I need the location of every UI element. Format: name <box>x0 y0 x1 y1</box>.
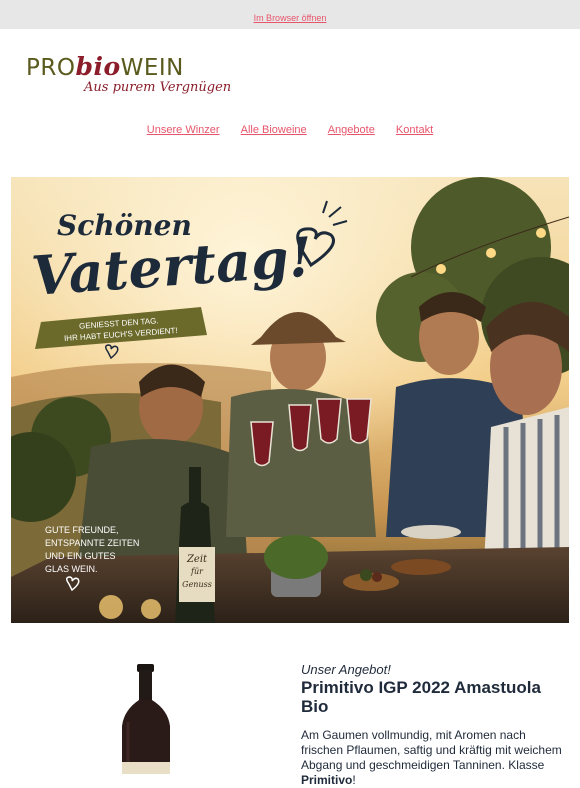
offer-section: Unser Angebot! Primitivo IGP 2022 Amastu… <box>301 662 571 788</box>
offer-description-bold: Primitivo <box>301 773 353 787</box>
offer-description-suffix: ! <box>352 773 356 787</box>
wine-bottle-icon <box>122 664 170 774</box>
hero-illustration: Zeit für Genuss Schönen Vatertag! GENIES… <box>11 177 569 623</box>
nav-link-alle-bioweine[interactable]: Alle Bioweine <box>241 124 307 136</box>
top-bar: Im Browser öffnen <box>0 0 580 29</box>
logo-part-wein: WEIN <box>120 55 184 81</box>
probiowein-logo[interactable]: PRObioWEIN Aus purem Vergnügen <box>26 52 231 102</box>
offer-description-text: Am Gaumen vollmundig, mit Aromen nach fr… <box>301 728 562 772</box>
hero-caption-line-1: GUTE FREUNDE, <box>45 525 119 535</box>
bottle-label-line-2: für <box>190 567 204 576</box>
nav-link-unsere-winzer[interactable]: Unsere Winzer <box>147 124 220 136</box>
offer-description: Am Gaumen vollmundig, mit Aromen nach fr… <box>301 728 571 788</box>
bottle-label-line-1: Zeit <box>186 554 208 565</box>
offer-title[interactable]: Primitivo IGP 2022 Amastuola Bio <box>301 678 571 716</box>
logo-part-pro: PRO <box>26 55 76 81</box>
hero-caption-line-4: GLAS WEIN. <box>45 564 98 574</box>
product-bottle-image[interactable] <box>116 662 176 774</box>
bottle-label-line-3: Genuss <box>182 580 212 589</box>
offer-kicker: Unser Angebot! <box>301 662 391 677</box>
nav-link-angebote[interactable]: Angebote <box>328 124 375 136</box>
main-navigation: Unsere Winzer Alle Bioweine Angebote Kon… <box>0 124 580 136</box>
hero-caption-line-3: UND EIN GUTES <box>45 551 116 561</box>
logo-wordmark: PRObioWEIN <box>26 52 184 81</box>
hero-banner-image[interactable]: Zeit für Genuss Schönen Vatertag! GENIES… <box>11 177 569 623</box>
logo-tagline: Aus purem Vergnügen <box>84 80 232 95</box>
logo-part-bio: bio <box>75 52 121 81</box>
nav-link-kontakt[interactable]: Kontakt <box>396 124 433 136</box>
open-in-browser-link[interactable]: Im Browser öffnen <box>0 13 580 23</box>
hero-caption-line-2: ENTSPANNTE ZEITEN <box>45 538 139 548</box>
